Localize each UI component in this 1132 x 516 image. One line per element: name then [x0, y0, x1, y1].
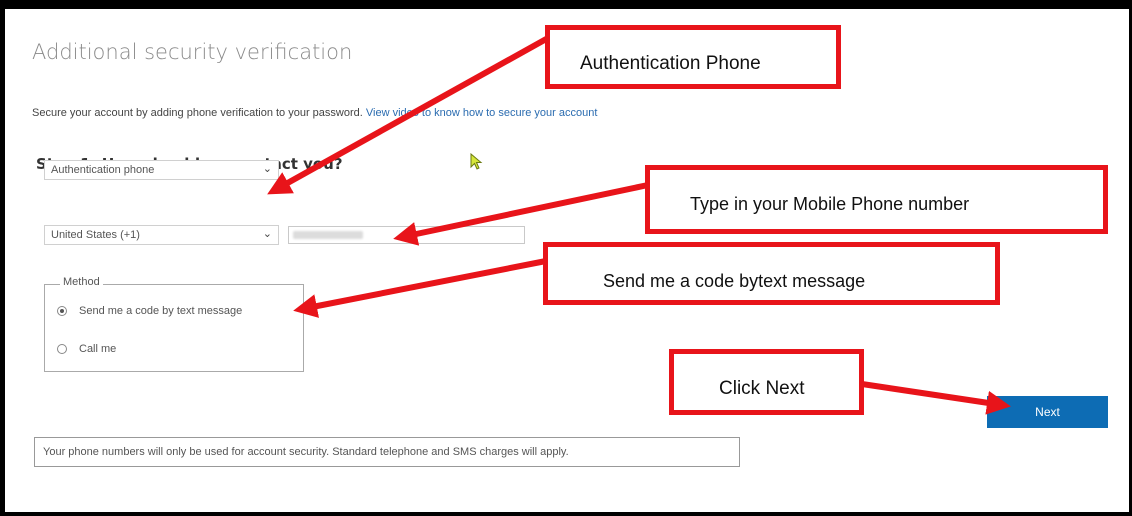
callout-send-code: Send me a code bytext message	[543, 242, 1000, 305]
callout-click-next: Click Next	[669, 349, 864, 415]
screenshot-canvas: Additional security verification Secure …	[0, 0, 1132, 516]
arrow-to-phone-input	[393, 182, 649, 246]
arrow-to-text-message-option	[293, 258, 547, 318]
arrow-to-contact-select	[267, 35, 550, 195]
arrow-to-next-button	[861, 381, 1011, 415]
callout-authentication-phone: Authentication Phone	[545, 25, 841, 89]
callout-mobile-number: Type in your Mobile Phone number	[645, 165, 1108, 234]
